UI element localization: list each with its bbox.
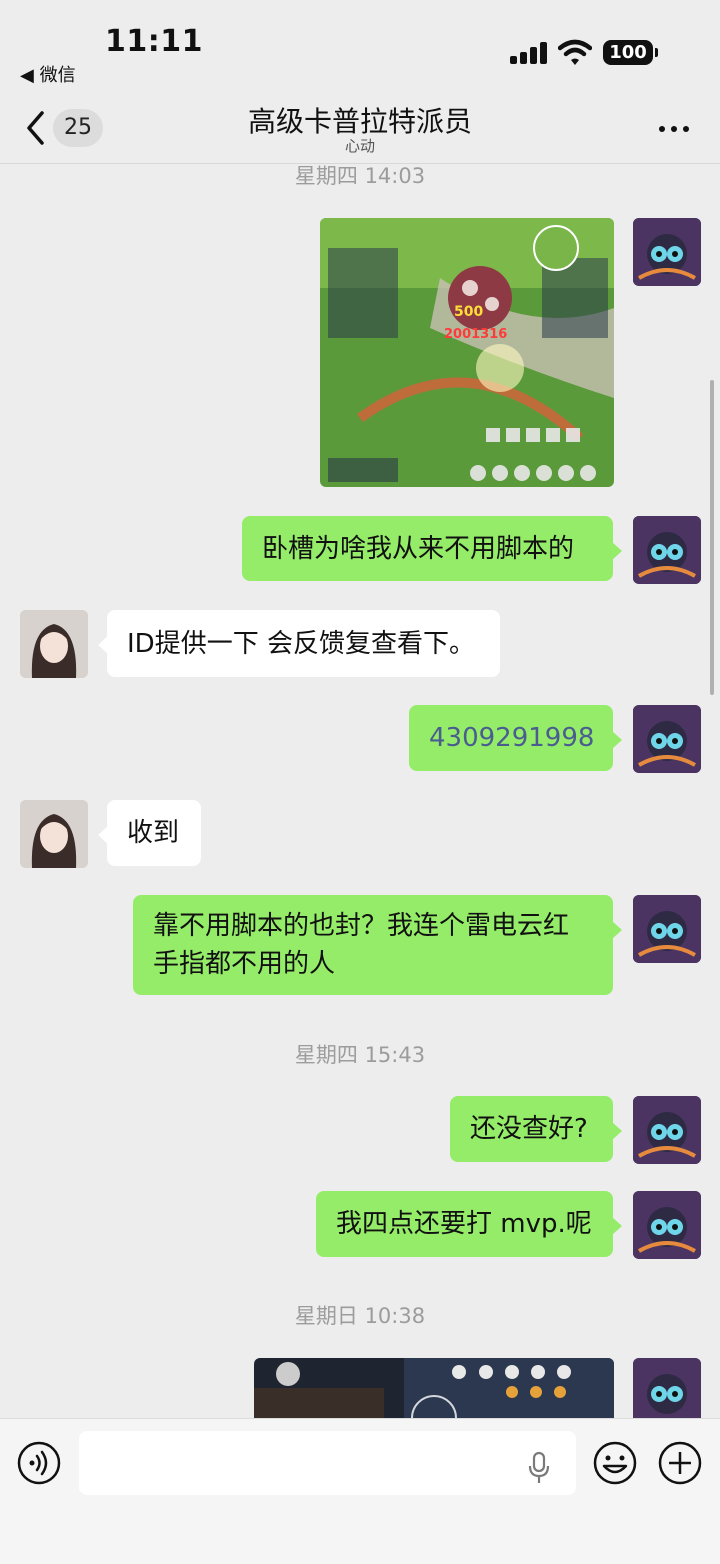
- message-text: 收到: [127, 818, 180, 848]
- timestamp: 星期四 15:43: [294, 1043, 426, 1067]
- more-options-icon[interactable]: [656, 114, 692, 142]
- outgoing-message[interactable]: 靠不用脚本的也封？我连个雷电云红 手指都不用的人: [133, 895, 622, 995]
- battery-indicator: 100: [603, 40, 658, 65]
- self-avatar[interactable]: [633, 705, 701, 773]
- incoming-message[interactable]: 收到: [98, 800, 201, 866]
- cellular-signal-icon: [510, 42, 548, 64]
- message-text: ID提供一下 会反馈复查看下。: [127, 628, 475, 659]
- status-bar: 11:11 ◀ 微信 100: [0, 0, 720, 92]
- emoji-icon[interactable]: [593, 1441, 637, 1485]
- outgoing-message[interactable]: 我四点还要打 mvp.呢: [316, 1191, 622, 1257]
- self-avatar[interactable]: [633, 1358, 701, 1418]
- self-avatar[interactable]: [633, 1096, 701, 1164]
- message-text-line: 手指都不用的人: [153, 949, 336, 979]
- self-avatar[interactable]: [633, 218, 701, 286]
- outgoing-message[interactable]: 还没查好?: [450, 1096, 622, 1162]
- self-avatar[interactable]: [633, 516, 701, 584]
- wifi-icon: [558, 39, 592, 65]
- message-input[interactable]: [79, 1431, 576, 1495]
- microphone-icon[interactable]: [528, 1451, 550, 1485]
- chat-title: 高级卡普拉特派员: [247, 105, 472, 138]
- contact-avatar[interactable]: [20, 610, 88, 678]
- contact-avatar[interactable]: [20, 800, 88, 868]
- timestamp: 星期日 10:38: [294, 1304, 426, 1328]
- back-to-wechat-link[interactable]: ◀ 微信: [20, 61, 76, 87]
- self-avatar[interactable]: [633, 895, 701, 963]
- message-text: 我四点还要打 mvp.呢: [336, 1209, 592, 1239]
- message-text: 4309291998: [429, 723, 595, 753]
- chat-subtitle: 心动: [344, 137, 375, 155]
- clock: 11:11: [105, 24, 203, 59]
- message-text: 还没查好?: [470, 1114, 588, 1144]
- timestamp: 星期四 14:03: [294, 164, 426, 188]
- outgoing-message[interactable]: 卧槽为啥我从来不用脚本的: [242, 516, 622, 581]
- game-screenshot-image[interactable]: [254, 1358, 614, 1418]
- message-text: 卧槽为啥我从来不用脚本的: [262, 533, 575, 564]
- scroll-indicator[interactable]: [710, 380, 714, 695]
- svg-text:500: 500: [454, 304, 483, 320]
- voice-input-icon[interactable]: [17, 1441, 61, 1485]
- outgoing-message[interactable]: 4309291998: [409, 705, 622, 771]
- incoming-message[interactable]: ID提供一下 会反馈复查看下。: [98, 610, 500, 677]
- chat-header: 25 高级卡普拉特派员 心动: [0, 92, 720, 164]
- message-text-line: 靠不用脚本的也封？我连个雷电云红: [153, 911, 570, 941]
- svg-text:2001316: 2001316: [444, 327, 507, 342]
- input-bar: [0, 1418, 720, 1564]
- self-avatar[interactable]: [633, 1191, 701, 1259]
- game-screenshot-image[interactable]: 500 2001316: [320, 218, 614, 487]
- add-icon[interactable]: [658, 1441, 702, 1485]
